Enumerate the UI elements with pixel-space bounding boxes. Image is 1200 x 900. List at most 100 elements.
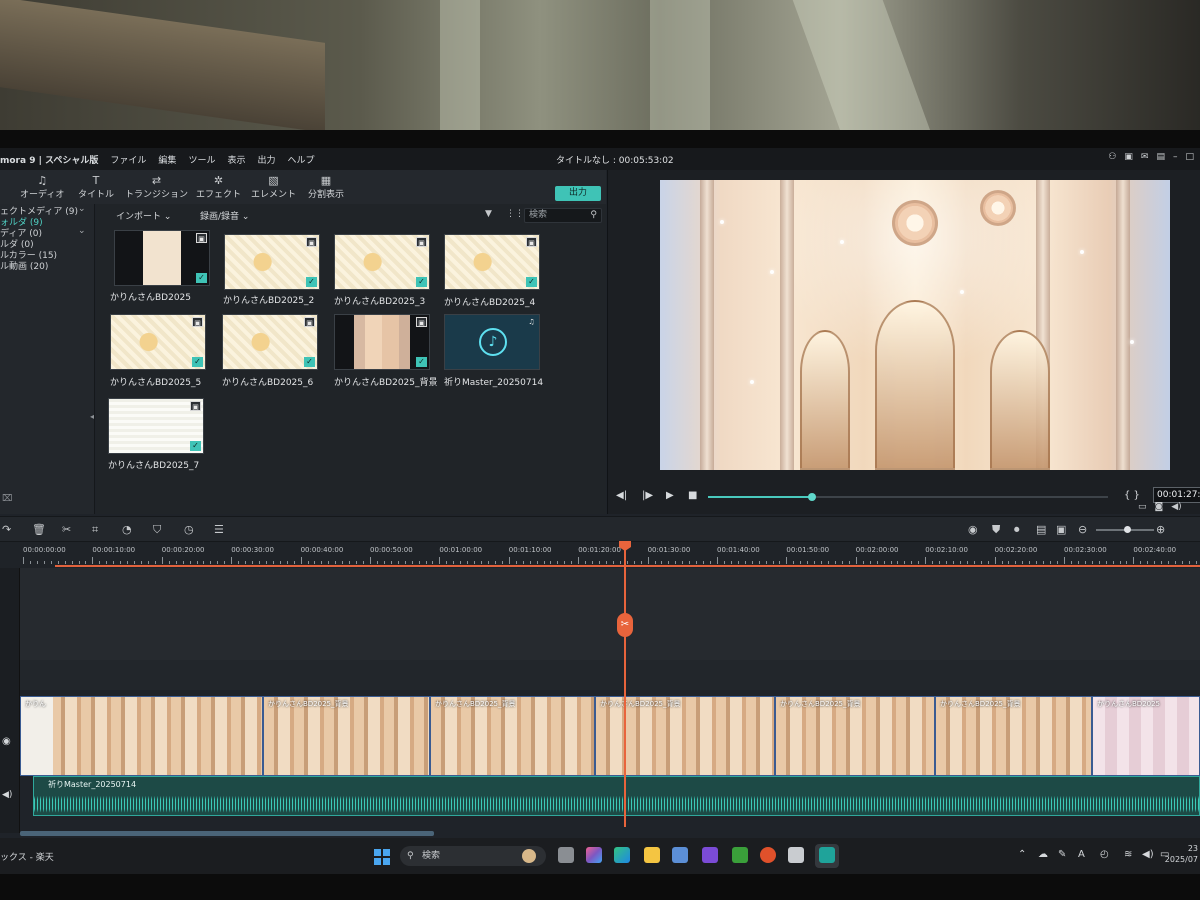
grid-view-icon[interactable]: ⋮⋮ — [506, 209, 524, 219]
audio-adjust-icon[interactable]: ☰ — [214, 523, 224, 536]
mark-in-out-icon[interactable]: { } — [1124, 490, 1140, 501]
video-clip[interactable]: かりんさんBD2025_背景 — [430, 696, 595, 776]
chevron-down-icon[interactable]: ⌄ — [78, 226, 86, 236]
display-icon[interactable]: ▭ — [1138, 502, 1147, 512]
search-icon[interactable]: ⚲ — [590, 209, 597, 222]
menu-export[interactable]: 出力 — [251, 153, 281, 166]
video-clip[interactable]: かりんさんBD2025_背景 — [595, 696, 775, 776]
preview-scrubber[interactable] — [708, 493, 1108, 501]
tool-split-screen[interactable]: ▦ 分割表示 — [308, 174, 344, 200]
filter-icon[interactable]: ▼ — [485, 209, 492, 219]
sidebar-item-sample-video[interactable]: ル動画 (20) — [0, 259, 48, 272]
system-clock[interactable]: 23 2025/07 — [1165, 843, 1198, 865]
minimize-icon[interactable]: – — [1173, 152, 1178, 162]
clock-app-icon[interactable]: ◴ — [1100, 849, 1109, 860]
menu-view[interactable]: 表示 — [221, 153, 251, 166]
notepad-icon[interactable] — [788, 847, 804, 863]
snapshot-icon[interactable]: ▣ — [1056, 523, 1066, 536]
xbox-icon[interactable] — [732, 847, 748, 863]
speaker-icon[interactable]: ◀) — [1142, 849, 1154, 860]
mail-icon[interactable]: ✉ — [1141, 152, 1149, 162]
menu-file[interactable]: ファイル — [104, 153, 152, 166]
tool-transition[interactable]: ⇄ トランジション — [125, 174, 188, 200]
import-dropdown[interactable]: インポート ⌄ — [116, 209, 171, 222]
task-view-icon[interactable] — [558, 847, 574, 863]
delete-folder-icon[interactable]: ⌧ — [2, 494, 12, 504]
zoom-in-icon[interactable]: ⊕ — [1156, 523, 1165, 536]
color-icon[interactable]: ◔ — [122, 523, 132, 536]
ime-icon[interactable]: A — [1078, 849, 1085, 860]
menu-tools[interactable]: ツール — [182, 153, 221, 166]
store-icon[interactable] — [672, 847, 688, 863]
speaker-icon[interactable]: ◀) — [2, 790, 12, 800]
split-scissors-icon[interactable]: ✂ — [617, 613, 633, 637]
timeline-ruler[interactable]: 00:00:00:00 00:00:10:00 00:00:20:00 00:00:3… — [0, 542, 1200, 568]
media-item[interactable]: ▣ ✓ — [114, 230, 210, 286]
menu-edit[interactable]: 編集 — [152, 153, 182, 166]
tool-effect[interactable]: ✲ エフェクト — [196, 174, 241, 200]
playhead[interactable] — [624, 542, 626, 827]
scrubber-handle[interactable] — [808, 493, 816, 501]
edge-icon[interactable] — [614, 847, 630, 863]
speed-icon[interactable]: ◷ — [184, 523, 194, 536]
windows-start-icon[interactable] — [374, 849, 390, 865]
play-icon[interactable]: ▶ — [666, 490, 674, 501]
video-clip[interactable]: かりんさんBD2025 — [1092, 696, 1200, 776]
maximize-icon[interactable]: □ — [1185, 152, 1194, 162]
chevron-down-icon[interactable]: ⌄ — [78, 204, 86, 214]
media-item[interactable]: ▣ ✓ — [334, 234, 430, 290]
media-item[interactable]: ▣ ✓ — [444, 234, 540, 290]
snapshot-icon[interactable]: ◙ — [1155, 502, 1164, 512]
stop-icon[interactable]: ■ — [688, 490, 697, 501]
app-icon[interactable] — [760, 847, 776, 863]
filmora-icon[interactable] — [819, 847, 835, 863]
file-explorer-icon[interactable] — [644, 847, 660, 863]
media-item[interactable]: ▣ ✓ — [222, 314, 318, 370]
green-screen-icon[interactable]: ⛉ — [153, 523, 161, 537]
copilot-icon[interactable] — [586, 847, 602, 863]
export-button[interactable]: 出力 — [555, 186, 601, 201]
video-clip[interactable]: かりんさんBD2025_背景 — [263, 696, 430, 776]
chevron-up-icon[interactable]: ⌃ — [1018, 849, 1026, 860]
info-icon[interactable]: ▤ — [1156, 152, 1165, 162]
search-input[interactable]: 検索 ⚲ — [524, 208, 602, 223]
voiceover-icon[interactable]: ▤ — [1036, 523, 1046, 536]
delete-icon[interactable]: 🗑 — [32, 523, 46, 536]
prev-frame-icon[interactable]: ◀| — [616, 490, 627, 501]
account-icon[interactable]: ⚇ — [1108, 152, 1116, 162]
preview-video-frame[interactable] — [660, 180, 1170, 470]
audio-clip[interactable]: 祈りMaster_20250714 — [33, 776, 1200, 816]
timeline-scrollbar[interactable] — [20, 831, 434, 836]
wifi-icon[interactable]: ≋ — [1124, 849, 1132, 860]
collapse-left-icon[interactable]: ◂ — [90, 412, 94, 421]
render-icon[interactable]: ◉ — [968, 523, 978, 536]
zoom-slider-handle[interactable] — [1124, 526, 1131, 533]
media-item[interactable]: ▣ ✓ — [334, 314, 430, 370]
microphone-icon[interactable]: ⏺ — [1014, 523, 1020, 537]
save-icon[interactable]: ▣ — [1124, 152, 1133, 162]
menu-help[interactable]: ヘルプ — [281, 153, 320, 166]
app-icon[interactable] — [702, 847, 718, 863]
record-dropdown[interactable]: 録画/録音 ⌄ — [200, 209, 249, 222]
taskbar-search[interactable]: ⚲ 検索 — [400, 846, 546, 866]
cloud-icon[interactable]: ☁ — [1038, 849, 1048, 860]
crop-icon[interactable]: ⌗ — [92, 523, 98, 537]
volume-icon[interactable]: ◀) — [1171, 502, 1181, 512]
video-clip[interactable]: かりんさんBD2025_背景 — [935, 696, 1092, 776]
eye-icon[interactable]: ◉ — [2, 736, 11, 747]
media-item[interactable]: ▣ ✓ — [108, 398, 204, 454]
redo-icon[interactable]: ↷ — [2, 523, 11, 536]
tool-title[interactable]: T タイトル — [78, 174, 114, 200]
cut-icon[interactable]: ✂ — [62, 523, 71, 536]
next-frame-icon[interactable]: |▶ — [642, 490, 653, 501]
pen-icon[interactable]: ✎ — [1058, 849, 1066, 860]
media-item[interactable]: ▣ ✓ — [224, 234, 320, 290]
media-item[interactable]: ▣ ✓ — [110, 314, 206, 370]
zoom-out-icon[interactable]: ⊖ — [1078, 523, 1087, 536]
tool-element[interactable]: ▧ エレメント — [251, 174, 296, 200]
marker-icon[interactable]: ⛊ — [992, 523, 1000, 537]
video-clip[interactable]: かりん — [20, 696, 263, 776]
video-clip[interactable]: かりんさんBD2025_背景 — [775, 696, 935, 776]
taskbar-app-label[interactable]: ックス - 楽天 — [0, 850, 54, 863]
media-item[interactable]: ♪ ♫ — [444, 314, 540, 370]
